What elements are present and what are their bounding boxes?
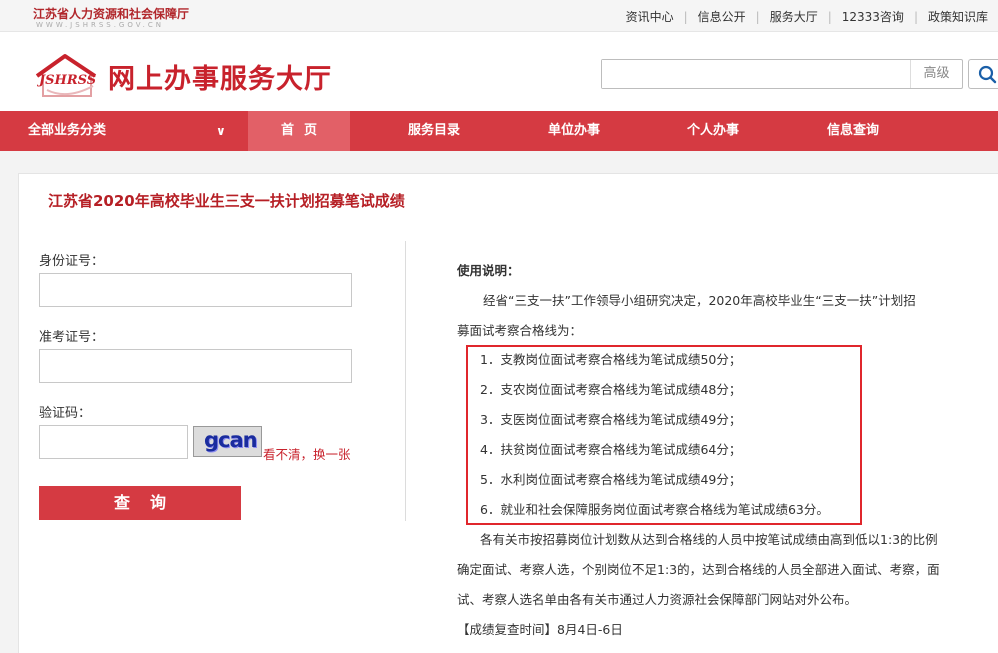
nav-personal-services[interactable]: 个人办事	[663, 111, 763, 151]
top-bar: 江苏省人力资源和社会保障厅 WWW.JSHRSS.GOV.CN 资讯中心 | 信息公…	[0, 0, 998, 32]
toplink-disclosure[interactable]: 信息公开	[688, 8, 756, 25]
instructions-note-end: 试、考察人选名单由各有关市通过人力资源社会保障部门网站对外公布。	[457, 592, 858, 607]
search-icon	[978, 65, 997, 84]
toplink-news[interactable]: 资讯中心	[616, 8, 684, 25]
instructions-note: 各有关市按招募岗位计划数从达到合格线的人员中按笔试成绩由高到低以1:3的比例	[480, 532, 938, 547]
list-item: 3．支医岗位面试考察合格线为笔试成绩49分；	[480, 412, 742, 427]
instructions-note-cont: 确定面试、考察人选，个别岗位不足1:3的，达到合格线的人员全部进入面试、考察，面	[457, 562, 940, 577]
list-item: 1．支教岗位面试考察合格线为笔试成绩50分；	[480, 352, 742, 367]
logo-mark-text: JSHRSS	[36, 73, 96, 88]
top-links: 资讯中心 | 信息公开 | 服务大厅 | 12333咨询 | 政策知识库	[616, 8, 998, 25]
nav-all-categories[interactable]: 全部业务分类 ∨	[28, 111, 228, 151]
toplink-service-hall[interactable]: 服务大厅	[760, 8, 828, 25]
nav-info-query[interactable]: 信息查询	[803, 111, 903, 151]
main-nav: 全部业务分类 ∨ 首页 服务目录 单位办事 个人办事 信息查询	[0, 111, 998, 151]
highlight-box	[466, 345, 862, 525]
logo-title[interactable]: 网上办事服务大厅	[108, 57, 332, 96]
search-box: 高级	[601, 59, 963, 89]
logo-house-icon[interactable]: JSHRSS	[33, 52, 101, 102]
list-item: 6．就业和社会保障服务岗位面试考察合格线为笔试成绩63分。	[480, 502, 829, 517]
exam-number-input[interactable]	[39, 349, 352, 383]
list-item: 4．扶贫岗位面试考察合格线为笔试成绩64分；	[480, 442, 742, 457]
exam-number-label: 准考证号：	[39, 330, 105, 345]
id-number-input[interactable]	[39, 273, 352, 307]
instructions-intro-cont: 募面试考察合格线为：	[457, 323, 583, 338]
captcha-label: 验证码：	[39, 406, 92, 421]
list-item: 5．水利岗位面试考察合格线为笔试成绩49分；	[480, 472, 742, 487]
captcha-refresh-link[interactable]: 看不清，换一张	[263, 444, 351, 463]
instructions-intro: 经省“三支一扶”工作领导小组研究决定，2020年高校毕业生“三支一扶”计划招	[483, 293, 916, 308]
captcha-image[interactable]: gcan	[193, 426, 262, 457]
search-button[interactable]	[968, 59, 998, 89]
divider	[405, 241, 406, 521]
page-title: 江苏省2020年高校毕业生三支一扶计划招募笔试成绩	[48, 192, 405, 210]
instructions-title: 使用说明：	[457, 263, 520, 278]
site-name[interactable]: 江苏省人力资源和社会保障厅	[33, 5, 189, 22]
search-input[interactable]	[602, 60, 907, 88]
toplink-12333[interactable]: 12333咨询	[832, 8, 914, 25]
id-number-label: 身份证号：	[39, 254, 105, 269]
list-item: 2．支农岗位面试考察合格线为笔试成绩48分；	[480, 382, 742, 397]
chevron-down-icon: ∨	[216, 124, 226, 138]
review-period: 【成绩复查时间】8月4日-6日	[457, 622, 623, 637]
toplink-policy[interactable]: 政策知识库	[918, 8, 998, 25]
site-url: WWW.JSHRSS.GOV.CN	[36, 21, 164, 29]
nav-unit-services[interactable]: 单位办事	[524, 111, 624, 151]
query-button[interactable]: 查询	[39, 486, 241, 520]
nav-all-label: 全部业务分类	[28, 123, 107, 138]
captcha-text: gcan	[204, 428, 258, 452]
captcha-input[interactable]	[39, 425, 188, 459]
advanced-search-link[interactable]: 高级	[910, 60, 962, 88]
nav-service-catalog[interactable]: 服务目录	[384, 111, 484, 151]
nav-home[interactable]: 首页	[248, 111, 350, 151]
